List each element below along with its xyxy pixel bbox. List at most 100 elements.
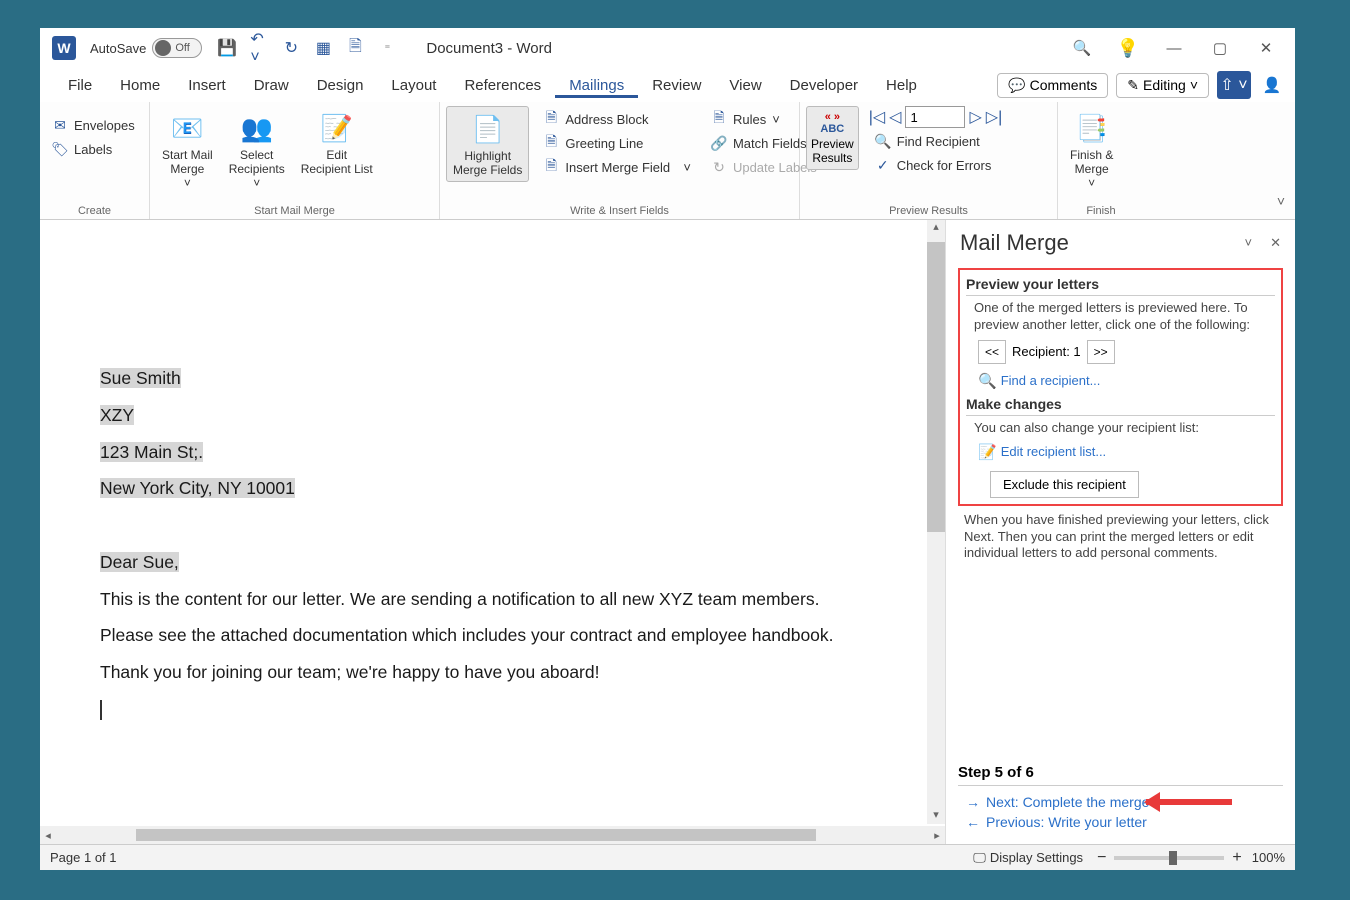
zoom-slider[interactable]	[1114, 856, 1224, 860]
tab-draw[interactable]: Draw	[240, 73, 303, 98]
doc-icon[interactable]: 🗎	[346, 39, 364, 57]
vertical-scroll-thumb[interactable]	[927, 242, 945, 532]
first-record-icon[interactable]: |◁	[869, 107, 885, 127]
section-make-changes: Make changes	[966, 396, 1275, 416]
tab-developer[interactable]: Developer	[776, 73, 872, 98]
recipient-label: Recipient: 1	[1012, 344, 1081, 359]
next-step-link[interactable]: → Next: Complete the merge	[966, 792, 1283, 812]
document-page[interactable]: Sue Smith XZY 123 Main St;. New York Cit…	[40, 220, 945, 826]
merge-field-street: 123 Main St;.	[100, 442, 203, 462]
address-block-button[interactable]: 🗎Address Block	[537, 108, 697, 130]
arrow-right-icon: →	[966, 794, 980, 810]
next-recipient-button[interactable]: >>	[1087, 340, 1115, 364]
close-icon[interactable]: ✕	[1257, 39, 1275, 57]
workspace: Sue Smith XZY 123 Main St;. New York Cit…	[40, 220, 1295, 844]
mail-icon: 📧	[169, 110, 205, 146]
next-record-icon[interactable]: ▷	[969, 107, 981, 127]
tab-file[interactable]: File	[54, 73, 106, 98]
record-input[interactable]	[905, 106, 965, 128]
zoom-out-button[interactable]: −	[1097, 849, 1106, 867]
scroll-right-icon[interactable]: ▸	[929, 829, 945, 842]
prev-record-icon[interactable]: ◁	[889, 107, 901, 127]
tab-design[interactable]: Design	[303, 73, 378, 98]
taskpane-title: Mail Merge	[960, 230, 1069, 256]
maximize-icon[interactable]: ▢	[1211, 39, 1229, 57]
status-bar: Page 1 of 1 🖵 Display Settings − + 100%	[40, 844, 1295, 870]
edit-recipient-list-button[interactable]: 📝Edit Recipient List	[295, 106, 379, 180]
doc-paragraph-1: This is the content for our letter. We a…	[100, 581, 885, 618]
search-icon[interactable]: 🔍	[1073, 39, 1091, 57]
merge-field-company: XZY	[100, 405, 134, 425]
tab-review[interactable]: Review	[638, 73, 715, 98]
start-mail-merge-button[interactable]: 📧Start Mail Merge ˅	[156, 106, 219, 194]
share-button[interactable]: ⇧ ˅	[1217, 71, 1251, 99]
taskpane-dropdown-icon[interactable]: ˅	[1245, 235, 1253, 251]
scroll-down-icon[interactable]: ▾	[927, 808, 945, 824]
merge-field-greeting: Dear Sue,	[100, 552, 179, 572]
edit-recipient-list-link[interactable]: 📝Edit recipient list...	[978, 443, 1275, 461]
redo-icon[interactable]: ↻	[282, 39, 300, 57]
tab-help[interactable]: Help	[872, 73, 931, 98]
taskpane-close-icon[interactable]: ✕	[1270, 235, 1281, 251]
table-icon[interactable]: ▦	[314, 39, 332, 57]
highlight-icon: 📄	[470, 111, 506, 147]
tab-view[interactable]: View	[715, 73, 775, 98]
lightbulb-icon[interactable]: 💡	[1119, 39, 1137, 57]
match-icon: 🔗	[711, 135, 727, 151]
record-navigator: |◁ ◁ ▷ ▷|	[869, 106, 1003, 128]
vertical-scrollbar[interactable]: ▴ ▾	[927, 220, 945, 824]
envelope-icon: ✉	[52, 117, 68, 133]
highlight-merge-fields-button[interactable]: 📄Highlight Merge Fields	[446, 106, 529, 182]
scroll-up-icon[interactable]: ▴	[927, 220, 945, 236]
group-write-label: Write & Insert Fields	[446, 203, 793, 219]
scroll-left-icon[interactable]: ◂	[40, 829, 56, 842]
find-icon: 🔍	[875, 133, 891, 149]
check-errors-button[interactable]: ✓Check for Errors	[869, 154, 1003, 176]
finish-icon: 📑	[1074, 110, 1110, 146]
greeting-line-button[interactable]: 🗎Greeting Line	[537, 132, 697, 154]
horizontal-scrollbar[interactable]: ◂ ▸	[40, 826, 945, 844]
tab-insert[interactable]: Insert	[174, 73, 240, 98]
exclude-recipient-button[interactable]: Exclude this recipient	[990, 471, 1139, 498]
zoom-level[interactable]: 100%	[1252, 850, 1285, 865]
last-record-icon[interactable]: ▷|	[986, 107, 1002, 127]
comments-button[interactable]: 💬 Comments	[997, 73, 1108, 98]
group-start-label: Start Mail Merge	[156, 203, 433, 219]
page-indicator[interactable]: Page 1 of 1	[50, 850, 117, 865]
minimize-icon[interactable]: —	[1165, 39, 1183, 57]
find-recipient-button[interactable]: 🔍Find Recipient	[869, 130, 1003, 152]
zoom-in-button[interactable]: +	[1232, 849, 1241, 867]
find-recipient-icon: 🔍	[978, 372, 997, 390]
autosave-label: AutoSave	[90, 41, 146, 56]
find-recipient-link[interactable]: 🔍Find a recipient...	[978, 372, 1275, 390]
editing-button[interactable]: ✎ Editing ˅	[1116, 73, 1209, 98]
prev-recipient-button[interactable]: <<	[978, 340, 1006, 364]
finish-merge-button[interactable]: 📑Finish & Merge ˅	[1064, 106, 1119, 194]
display-settings-button[interactable]: Display Settings	[990, 850, 1083, 865]
account-icon[interactable]: 👤	[1263, 76, 1281, 94]
group-create-label: Create	[46, 203, 143, 219]
preview-results-button[interactable]: « » ABC Preview Results	[806, 106, 859, 170]
rules-icon: 🗎	[711, 111, 727, 127]
labels-button[interactable]: 🏷Labels	[46, 138, 141, 160]
tab-home[interactable]: Home	[106, 73, 174, 98]
envelopes-button[interactable]: ✉Envelopes	[46, 114, 141, 136]
autosave-toggle[interactable]: Off	[152, 38, 202, 58]
check-icon: ✓	[875, 157, 891, 173]
app-window: W AutoSave Off 💾 ↶ ˅ ↻ ▦ 🗎 ⁼ Document3 -…	[40, 28, 1295, 870]
tab-layout[interactable]: Layout	[377, 73, 450, 98]
undo-icon[interactable]: ↶ ˅	[250, 39, 268, 57]
save-icon[interactable]: 💾	[218, 39, 236, 57]
document-area[interactable]: Sue Smith XZY 123 Main St;. New York Cit…	[40, 220, 945, 844]
ribbon-collapse-icon[interactable]: ˅	[1277, 193, 1285, 209]
prev-step-link[interactable]: ← Previous: Write your letter	[966, 812, 1283, 832]
merge-field-city: New York City, NY 10001	[100, 478, 295, 498]
insert-merge-field-button[interactable]: 🗎Insert Merge Field ˅	[537, 156, 697, 178]
horizontal-scroll-thumb[interactable]	[136, 829, 816, 841]
select-recipients-button[interactable]: 👥Select Recipients ˅	[223, 106, 291, 194]
doc-paragraph-3: Thank you for joining our team; we're ha…	[100, 654, 885, 691]
tab-mailings[interactable]: Mailings	[555, 73, 638, 98]
group-preview-label: Preview Results	[806, 203, 1051, 219]
tab-references[interactable]: References	[450, 73, 555, 98]
qat-dropdown-icon[interactable]: ⁼	[378, 39, 396, 57]
